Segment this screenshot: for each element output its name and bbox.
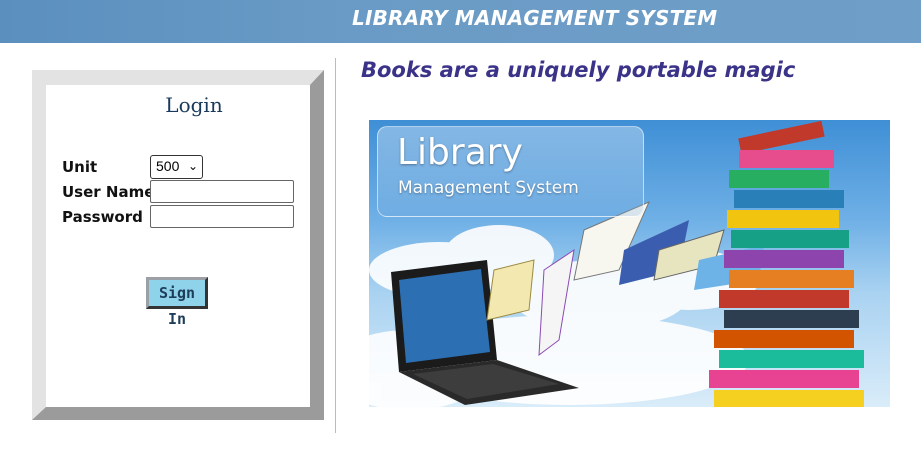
app-title: LIBRARY MANAGEMENT SYSTEM (352, 6, 718, 30)
unit-select-value: 500 (156, 158, 180, 174)
banner-title: Library (397, 132, 523, 173)
unit-label: Unit (62, 158, 98, 176)
banner-image: Library Management System (369, 120, 890, 407)
tagline: Books are a uniquely portable magic (361, 58, 796, 82)
chevron-down-icon: ⌄ (187, 159, 198, 173)
app-header: LIBRARY MANAGEMENT SYSTEM (0, 0, 921, 43)
password-input[interactable] (150, 205, 294, 228)
sign-in-button[interactable]: Sign In (146, 277, 208, 328)
username-label: User Name (62, 183, 155, 201)
login-title: Login (165, 93, 223, 117)
banner-subtitle: Management System (398, 178, 579, 198)
username-input[interactable] (150, 180, 294, 203)
vertical-divider (335, 58, 336, 433)
login-panel (32, 70, 324, 420)
unit-select[interactable]: 500 ⌄ (150, 155, 203, 179)
password-label: Password (62, 208, 143, 226)
